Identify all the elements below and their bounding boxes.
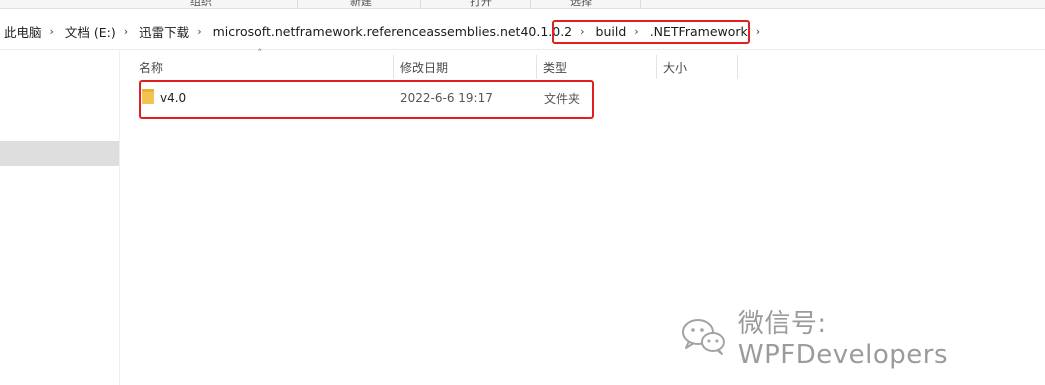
breadcrumb-item-package-folder[interactable]: microsoft.netframework.referenceassembli…: [213, 24, 573, 39]
column-divider[interactable]: [536, 55, 537, 79]
column-header-type-label: 类型: [543, 60, 568, 75]
ribbon-remnant: 组织 新建 打开 选择: [0, 0, 1045, 9]
ribbon-label-organize: 组织: [190, 0, 212, 8]
column-header-type[interactable]: 类型: [543, 55, 655, 79]
highlight-box-row: [139, 80, 594, 119]
chevron-right-icon[interactable]: ›: [197, 25, 201, 38]
address-bar[interactable]: 此电脑 › 文档 (E:) › 迅雷下载 › microsoft.netfram…: [0, 9, 1045, 50]
ribbon-divider: [530, 0, 531, 8]
watermark: 微信号: WPFDevelopers: [680, 309, 1045, 370]
column-divider[interactable]: [737, 55, 738, 79]
column-header-modified[interactable]: 修改日期: [400, 55, 534, 79]
chevron-right-icon[interactable]: ›: [756, 25, 760, 38]
column-divider[interactable]: [656, 55, 657, 79]
ribbon-divider: [640, 0, 641, 8]
watermark-text: 微信号: WPFDevelopers: [737, 308, 949, 370]
chevron-right-icon[interactable]: ›: [50, 25, 54, 38]
ribbon-divider: [420, 0, 421, 8]
navigation-pane[interactable]: [0, 50, 120, 385]
column-divider[interactable]: [393, 55, 394, 79]
ribbon-divider: [297, 0, 298, 8]
ribbon-label-select: 选择: [570, 0, 592, 8]
ribbon-label-new: 新建: [350, 0, 372, 8]
breadcrumb-item-drive-e[interactable]: 文档 (E:): [65, 22, 116, 41]
wechat-icon: [681, 319, 725, 355]
column-header-size-label: 大小: [663, 60, 688, 75]
column-header-modified-label: 修改日期: [400, 60, 449, 75]
chevron-right-icon[interactable]: ›: [124, 25, 128, 38]
breadcrumb-item-xunlei-downloads[interactable]: 迅雷下载: [139, 22, 189, 41]
ribbon-label-open: 打开: [470, 0, 492, 8]
nav-selected-item[interactable]: [0, 141, 119, 166]
column-header-size[interactable]: 大小: [663, 55, 735, 79]
highlight-box-breadcrumb: [552, 20, 750, 44]
column-header-name-label: 名称: [139, 60, 164, 75]
column-header-name[interactable]: 名称: [139, 55, 391, 79]
breadcrumb-item-this-pc[interactable]: 此电脑: [4, 22, 42, 41]
